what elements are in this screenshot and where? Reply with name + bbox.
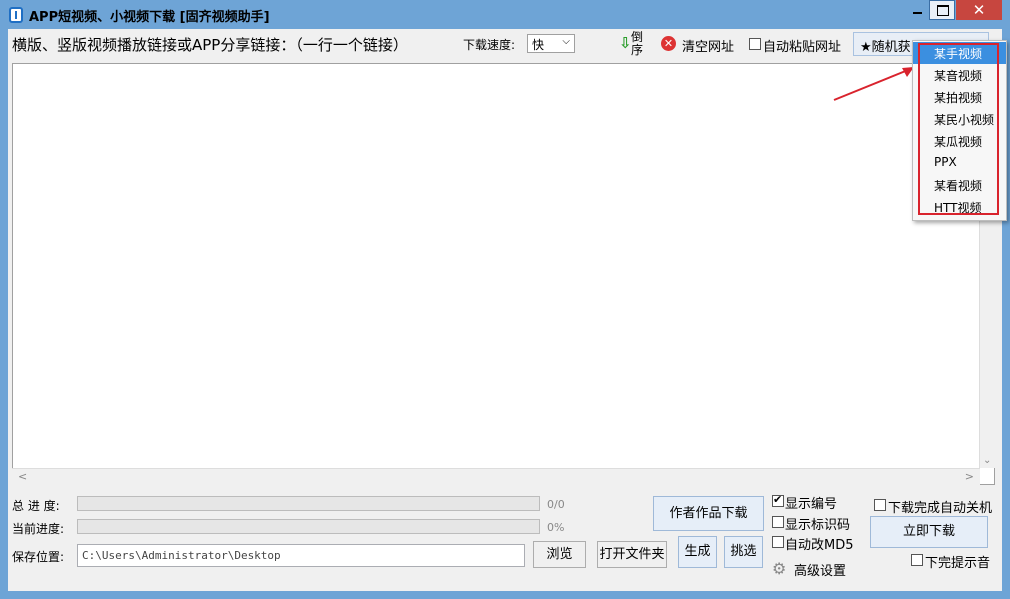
minimize-button[interactable] — [906, 0, 928, 20]
close-button[interactable]: ✕ — [956, 0, 1002, 20]
app-logo-icon — [9, 7, 23, 23]
speed-value: 快 — [532, 38, 545, 52]
speed-select[interactable]: 快 ⌵ — [527, 34, 575, 53]
highlight-box — [918, 43, 999, 215]
download-now-button[interactable]: 立即下载 — [870, 516, 988, 548]
auto-md5-label: 自动改MD5 — [785, 538, 854, 553]
auto-shutdown-checkbox[interactable] — [874, 499, 886, 511]
author-works-download-button[interactable]: 作者作品下载 — [653, 496, 764, 531]
generate-button[interactable]: 生成 — [678, 536, 717, 568]
links-label: 横版、竖版视频播放链接或APP分享链接：（一行一个链接） — [12, 36, 408, 54]
show-mark-checkbox[interactable] — [772, 516, 784, 528]
current-progress-text: 0% — [547, 521, 565, 534]
window-title: APP短视频、小视频下载 [固齐视频助手] — [29, 10, 270, 25]
scroll-left-icon[interactable]: < — [18, 470, 27, 483]
done-sound-checkbox[interactable] — [911, 554, 923, 566]
gear-icon[interactable]: ⚙ — [772, 559, 786, 578]
current-progress-bar — [77, 519, 540, 534]
client-area: 横版、竖版视频播放链接或APP分享链接：（一行一个链接） 下载速度: 快 ⌵ ⇩… — [8, 29, 1002, 591]
save-path-input[interactable]: C:\Users\Administrator\Desktop — [77, 544, 525, 567]
advanced-settings-label[interactable]: 高级设置 — [794, 560, 846, 579]
red-arrow-annotation — [833, 67, 914, 101]
scroll-right-icon[interactable]: > — [965, 470, 974, 483]
show-mark-label: 显示标识码 — [785, 518, 851, 533]
total-progress-bar — [77, 496, 540, 511]
horizontal-scrollbar[interactable]: < > — [12, 468, 980, 486]
app-window: APP短视频、小视频下载 [固齐视频助手] ✕ 横版、竖版视频播放链接或APP分… — [0, 0, 1010, 599]
clear-urls-button[interactable]: ✕ 清空网址 — [661, 35, 741, 55]
current-progress-label: 当前进度: — [12, 522, 65, 536]
auto-md5-checkbox[interactable] — [772, 536, 784, 548]
platform-dropdown-menu: 某手视频 某音视频 某拍视频 某民小视频 某瓜视频 PPX 某看视频 HTT视频 — [912, 40, 1007, 221]
links-textarea[interactable] — [12, 63, 995, 485]
random-fetch-label: ★随机获 — [860, 40, 911, 55]
total-progress-text: 0/0 — [547, 498, 565, 511]
show-number-label: 显示编号 — [785, 497, 838, 512]
scroll-down-icon[interactable]: ⌄ — [983, 455, 991, 466]
auto-shutdown-label: 下载完成自动关机 — [888, 501, 993, 516]
pick-button[interactable]: 挑选 — [724, 536, 763, 568]
done-sound-label: 下完提示音 — [925, 556, 991, 571]
reverse-button[interactable]: ⇩ 倒序 — [617, 31, 645, 61]
chevron-down-icon: ⌵ — [562, 36, 570, 47]
auto-paste-label: 自动粘贴网址 — [763, 40, 842, 55]
arrow-down-icon: ⇩ — [619, 34, 632, 52]
browse-button[interactable]: 浏览 — [533, 541, 586, 568]
reverse-label: 倒序 — [631, 30, 644, 57]
open-folder-button[interactable]: 打开文件夹 — [597, 541, 667, 568]
auto-paste-checkbox[interactable] — [749, 38, 761, 50]
show-number-checkbox[interactable] — [772, 493, 784, 507]
clear-icon: ✕ — [661, 36, 676, 51]
maximize-button[interactable] — [929, 0, 955, 20]
total-progress-label: 总 进 度: — [12, 499, 60, 513]
clear-urls-label: 清空网址 — [682, 40, 735, 55]
close-icon: ✕ — [972, 1, 986, 19]
speed-label: 下载速度: — [463, 38, 516, 52]
save-location-label: 保存位置: — [12, 550, 65, 564]
title-bar: APP短视频、小视频下载 [固齐视频助手] ✕ — [0, 0, 1010, 29]
